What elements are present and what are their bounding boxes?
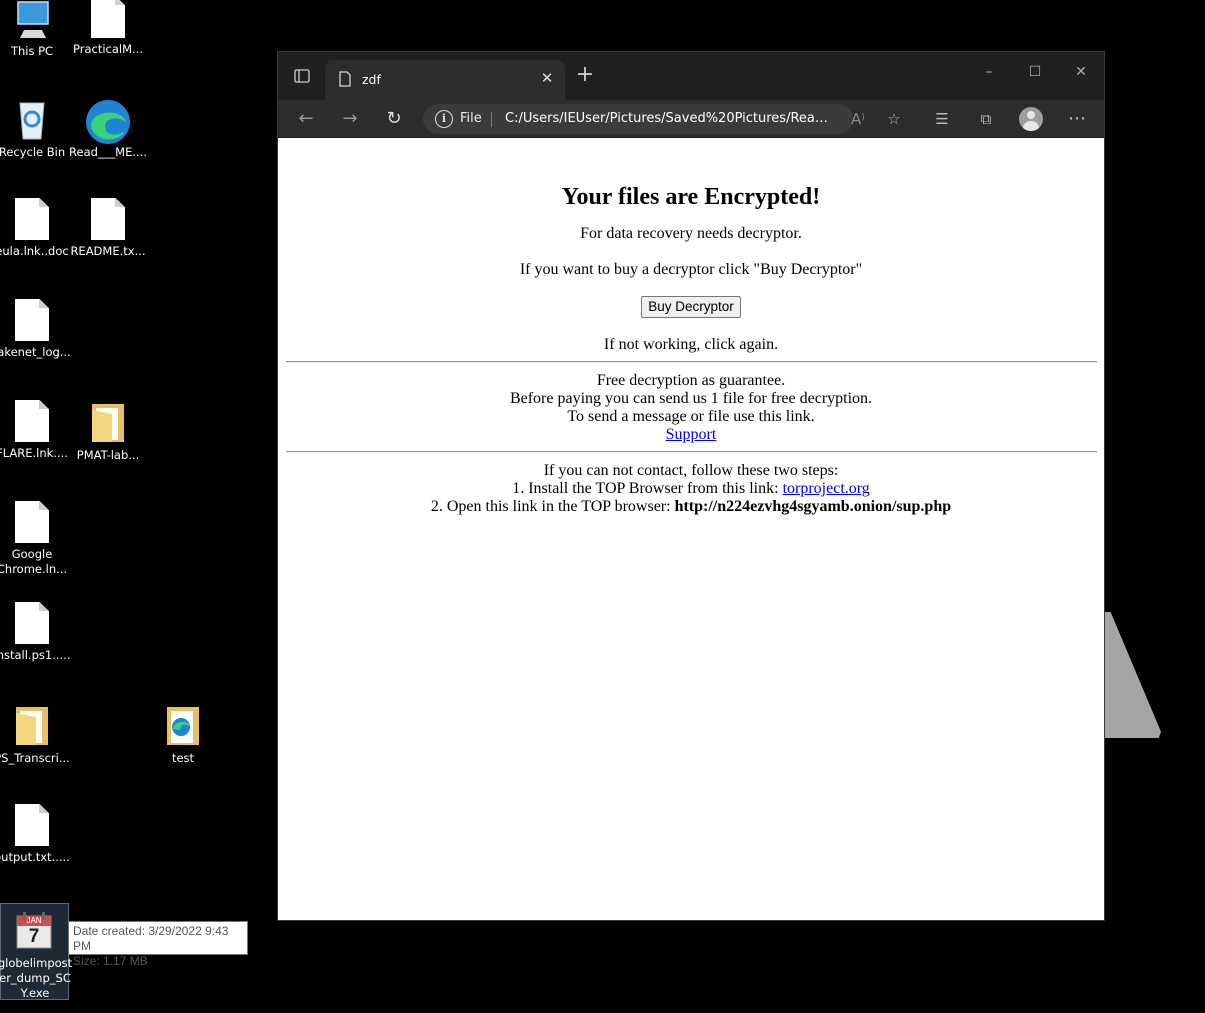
more-icon[interactable]: ⋯ [1063, 106, 1091, 132]
tab-bar: zdf ✕ + – ☐ ✕ [278, 52, 1104, 100]
desktop-icon-recycle-bin[interactable]: Recycle Bin [0, 97, 72, 160]
desktop-icon-label: PMAT-lab... [76, 448, 140, 462]
guarantee-text: Free decryption as guarantee. [596, 372, 786, 389]
url-text: C:/Users/IEUser/Pictures/Saved%20Picture… [505, 111, 835, 126]
desktop-icon-google-chrome[interactable]: Google Chrome.ln... [0, 501, 72, 577]
add-favorite-icon[interactable]: ☆ [880, 106, 908, 132]
profile-avatar-icon[interactable] [1019, 107, 1043, 131]
tooltip-date-created: Date created: 3/29/2022 9:43 PM [73, 924, 229, 953]
file-tooltip: Date created: 3/29/2022 9:43 PM Size: 1.… [68, 921, 248, 968]
desktop-icon-pmat-lab[interactable]: PMAT-lab... [68, 400, 148, 463]
support-link[interactable]: Support [666, 426, 717, 443]
desktop-icon-label: test [171, 751, 195, 765]
desktop-icon-label: Recycle Bin [0, 145, 66, 159]
browser-window: zdf ✕ + – ☐ ✕ ← → ↻ i File C:/Users/IEUs… [277, 51, 1105, 921]
retry-text: If not working, click again. [603, 336, 779, 353]
document-icon [15, 400, 49, 442]
desktop-icon-read-me[interactable]: Read___ME.... [68, 97, 148, 160]
desktop-icon-output-txt[interactable]: output.txt..... [0, 804, 72, 865]
desktop-icon-label: Read___ME.... [69, 145, 147, 159]
folder-icon [92, 404, 124, 442]
document-icon [91, 0, 125, 38]
desktop-icon-ps-transcripts[interactable]: PS_Transcri... [0, 703, 72, 766]
favorites-icon[interactable]: ☰ [928, 106, 956, 132]
desktop-icon-label: fakenet_log... [0, 345, 71, 359]
desktop-icon-install-ps1[interactable]: install.ps1..... [0, 602, 72, 663]
desktop-icon-label: This PC [10, 44, 54, 58]
desktop-icon-label: eula.lnk..doc [0, 244, 69, 258]
tab-actions-icon[interactable] [286, 64, 316, 88]
address-separator [491, 112, 492, 127]
document-icon [91, 198, 125, 240]
address-bar[interactable]: i File C:/Users/IEUser/Pictures/Saved%20… [423, 104, 853, 134]
contact-intro-text: If you can not contact, follow these two… [543, 462, 839, 479]
document-icon [15, 198, 49, 240]
torproject-link[interactable]: torproject.org [783, 480, 870, 497]
page-title: Your files are Encrypted! [561, 184, 821, 210]
folder-edge-icon [167, 707, 199, 745]
desktop-icon-practicalm[interactable]: PracticalM... [68, 0, 148, 57]
desktop-icon-fakenet-log[interactable]: fakenet_log... [0, 299, 72, 360]
page-content: Your files are Encrypted! For data recov… [278, 138, 1104, 920]
step-2-text: 2. Open this link in the TOP browser: [430, 498, 675, 515]
document-icon [15, 804, 49, 846]
tab-zdf[interactable]: zdf ✕ [325, 60, 565, 100]
minimize-icon[interactable]: – [966, 52, 1012, 92]
free-decryption-text: Before paying you can send us 1 file for… [509, 390, 873, 407]
background-window-edge [1105, 612, 1161, 738]
desktop-icon-label: README.tx... [70, 244, 146, 258]
new-tab-button[interactable]: + [572, 63, 598, 89]
desktop-icon-label: Google Chrome.ln... [0, 547, 68, 576]
read-aloud-icon[interactable]: A⁾ [844, 106, 872, 132]
step-2: 2. Open this link in the TOP browser: ht… [278, 498, 1104, 516]
desktop-icon-label: PS_Transcri... [0, 751, 70, 765]
refresh-icon[interactable]: ↻ [380, 106, 408, 132]
desktop-icon-label: globelimpost er_dump_SC Y.exe [0, 956, 73, 1000]
back-arrow-icon[interactable]: ← [292, 106, 320, 132]
recycle-bin-icon [19, 102, 45, 140]
desktop-icon-test[interactable]: test [143, 703, 223, 766]
document-icon [15, 299, 49, 341]
divider [286, 361, 1097, 363]
tab-close-icon[interactable]: ✕ [537, 68, 557, 88]
send-message-text: To send a message or file use this link. [567, 408, 815, 425]
desktop-icon-label: output.txt..... [0, 850, 70, 864]
tab-title: zdf [362, 72, 381, 87]
toolbar: ← → ↻ i File C:/Users/IEUser/Pictures/Sa… [278, 100, 1104, 138]
edge-html-file-icon [86, 100, 130, 144]
recovery-text: For data recovery needs decryptor. [580, 225, 802, 242]
desktop-icon-label: FLARE.lnk.... [0, 446, 68, 460]
desktop-icon-label: install.ps1..... [0, 648, 71, 662]
step-1-text: 1. Install the TOP Browser from this lin… [512, 480, 783, 497]
desktop-icon-eula[interactable]: eula.lnk..doc [0, 198, 72, 259]
folder-icon [16, 707, 48, 745]
calendar-month: JAN [26, 916, 42, 925]
desktop-icon-readme-txt[interactable]: README.tx... [68, 198, 148, 259]
step-1: 1. Install the TOP Browser from this lin… [278, 480, 1104, 498]
protocol-label: File [460, 111, 482, 126]
support-line: Support [278, 426, 1104, 444]
document-icon [15, 501, 49, 543]
document-icon [15, 602, 49, 644]
desktop-icon-globelimposter[interactable]: JAN 7 globelimpost er_dump_SC Y.exe [0, 903, 72, 1000]
calendar-day: 7 [28, 926, 40, 947]
desktop-icon-label: PracticalM... [73, 42, 143, 56]
computer-icon [17, 1, 49, 38]
onion-url: http://n224ezvhg4sgyamb.onion/sup.php [674, 498, 952, 515]
maximize-icon[interactable]: ☐ [1012, 52, 1058, 92]
desktop-icon-flare[interactable]: FLARE.lnk.... [0, 400, 72, 461]
info-icon[interactable]: i [435, 110, 453, 128]
window-controls: – ☐ ✕ [966, 52, 1104, 92]
collections-icon[interactable]: ⧉ [972, 106, 1000, 132]
page-icon [339, 71, 351, 87]
buy-instruction-text: If you want to buy a decryptor click "Bu… [519, 261, 863, 278]
tooltip-size: Size: 1.17 MB [73, 954, 148, 968]
divider [286, 451, 1097, 453]
close-window-icon[interactable]: ✕ [1058, 52, 1104, 92]
buy-decryptor-button[interactable]: Buy Decryptor [641, 296, 741, 318]
forward-arrow-icon[interactable]: → [336, 106, 364, 132]
desktop-icon-this-pc[interactable]: This PC [0, 0, 72, 59]
